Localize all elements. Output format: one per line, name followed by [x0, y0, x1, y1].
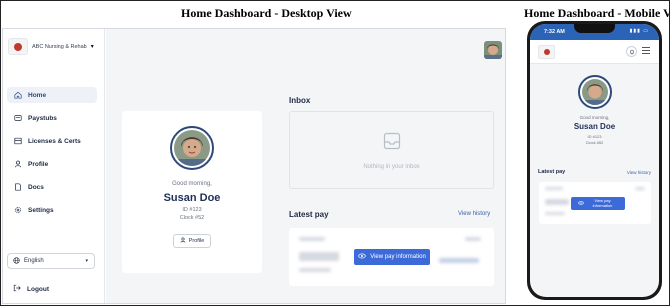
latest-pay-title: Latest pay: [289, 210, 329, 219]
avatar: [578, 75, 612, 109]
view-pay-label: View pay information: [370, 254, 426, 260]
brand-logo: [8, 38, 28, 55]
sidebar-item-label: Paystubs: [28, 114, 57, 122]
certificate-icon: [14, 137, 22, 145]
logout-icon: [13, 284, 21, 294]
sidebar-item-paystubs[interactable]: Paystubs: [7, 110, 97, 126]
sidebar-item-label: Profile: [28, 160, 49, 168]
user-name: Susan Doe: [163, 192, 221, 204]
latest-pay-title: Latest pay: [538, 169, 566, 175]
sidebar-nav: Home Paystubs Licenses & Certs Profile D…: [7, 87, 97, 225]
blurred-amount: [545, 199, 569, 205]
sidebar-item-label: Settings: [28, 206, 54, 214]
user-name: Susan Doe: [573, 122, 616, 131]
avatar: [170, 126, 214, 170]
blurred-amount: [299, 252, 339, 261]
chevron-down-icon: ▾: [85, 258, 88, 264]
greeting: Good morning,: [172, 181, 212, 187]
view-pay-button[interactable]: View pay information: [354, 249, 430, 265]
clock-number: Clock #52: [179, 215, 205, 221]
user-avatar[interactable]: [484, 41, 502, 59]
document-icon: [14, 183, 22, 191]
sidebar: ABC Nursing & Rehab ▾ Home Paystubs Lice…: [3, 29, 105, 303]
blurred-text: [545, 187, 563, 190]
blurred-link: [439, 258, 479, 263]
inbox-panel: Nothing in your inbox: [289, 111, 494, 189]
latest-pay-panel: View pay information: [289, 228, 494, 286]
view-pay-button[interactable]: View pay information: [571, 197, 625, 210]
user-id: ID #123: [182, 207, 202, 213]
brand-name: ABC Nursing & Rehab: [32, 43, 87, 50]
logout-label: Logout: [27, 285, 50, 293]
language-select[interactable]: English ▾: [7, 253, 95, 269]
mobile-caption: Home Dashboard - Mobile View: [524, 6, 670, 20]
profile-button-label: Profile: [188, 238, 205, 244]
user-icon: [180, 237, 186, 245]
desktop-caption: Home Dashboard - Desktop View: [181, 6, 352, 20]
mobile-screen: 7:32 AM ▮▮▮ ▭ Good morning, Susan Doe ID…: [530, 24, 659, 297]
brand[interactable]: ABC Nursing & Rehab ▾: [8, 38, 94, 55]
blurred-text: [299, 237, 325, 241]
eye-icon: [577, 201, 584, 206]
signal-battery-icon: ▮▮▮ ▭: [629, 28, 649, 34]
sidebar-item-label: Home: [28, 91, 47, 99]
clock-number: Clock #52: [585, 140, 604, 145]
user-icon: [14, 160, 22, 168]
greeting: Good morning,: [579, 115, 610, 120]
sidebar-item-home[interactable]: Home: [7, 87, 97, 103]
logout-button[interactable]: Logout: [13, 284, 49, 294]
blurred-text: [545, 212, 565, 215]
language-value: English: [24, 258, 44, 264]
phone-frame: 7:32 AM ▮▮▮ ▭ Good morning, Susan Doe ID…: [527, 21, 662, 300]
sidebar-item-profile[interactable]: Profile: [7, 156, 97, 172]
blurred-text: [465, 237, 481, 241]
paystub-icon: [14, 114, 22, 122]
latest-pay-panel: View pay information: [539, 182, 651, 224]
sidebar-item-docs[interactable]: Docs: [7, 179, 97, 195]
view-history-link[interactable]: View history: [627, 170, 651, 175]
blurred-text: [635, 187, 645, 190]
inbox-empty-text: Nothing in your inbox: [363, 164, 420, 170]
sidebar-item-label: Docs: [28, 183, 44, 191]
desktop-app: ABC Nursing & Rehab ▾ Home Paystubs Lice…: [2, 28, 506, 304]
user-id: ID #123: [587, 134, 602, 139]
blurred-text: [299, 268, 331, 272]
notch: [574, 24, 615, 33]
inbox-title: Inbox: [289, 96, 311, 105]
sidebar-item-settings[interactable]: Settings: [7, 202, 97, 218]
home-icon: [14, 91, 22, 99]
eye-icon: [358, 253, 367, 261]
hamburger-menu-icon[interactable]: [642, 47, 650, 56]
status-bar: 7:32 AM ▮▮▮ ▭: [530, 24, 659, 40]
profile-card: Good morning, Susan Doe ID #123 Clock #5…: [122, 111, 262, 273]
profile-button[interactable]: Profile: [173, 234, 211, 248]
status-time: 7:32 AM: [544, 29, 565, 35]
bell-icon[interactable]: [626, 46, 637, 57]
caret-down-icon: ▾: [90, 44, 94, 50]
mobile-header: [530, 40, 659, 64]
inbox-icon: [383, 132, 401, 150]
sidebar-item-licenses[interactable]: Licenses & Certs: [7, 133, 97, 149]
main-content: Good morning, Susan Doe ID #123 Clock #5…: [106, 29, 505, 303]
view-history-link[interactable]: View history: [458, 211, 490, 217]
gear-icon: [14, 206, 22, 214]
view-pay-label: View pay information: [592, 198, 613, 208]
brand-logo[interactable]: [538, 45, 555, 59]
globe-icon: [13, 256, 20, 266]
sidebar-item-label: Licenses & Certs: [28, 137, 81, 145]
